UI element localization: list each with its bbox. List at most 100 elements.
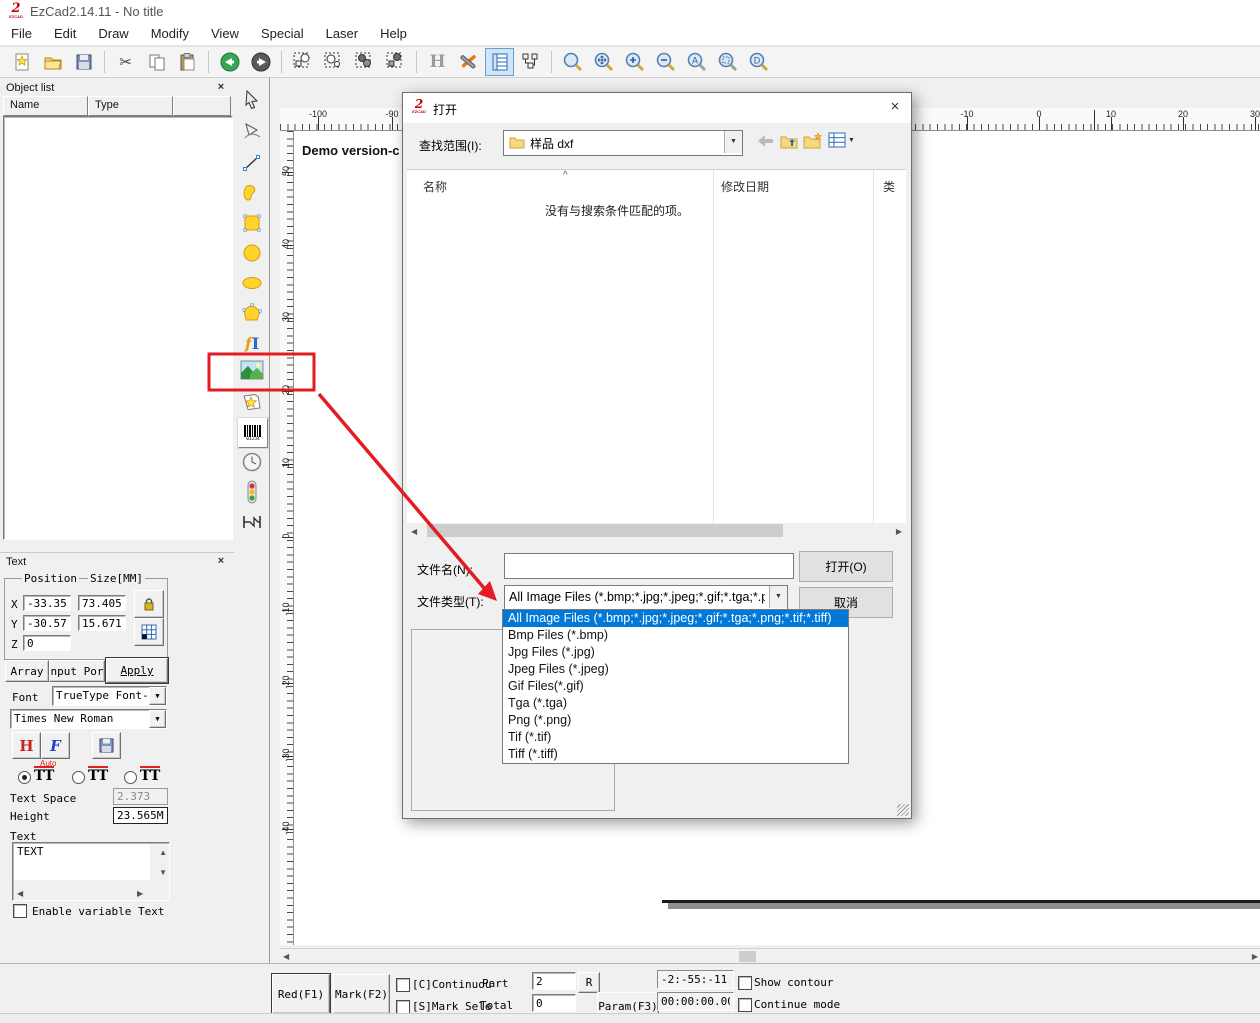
show-contour-checkbox[interactable]	[738, 976, 752, 990]
copy-icon[interactable]	[142, 48, 171, 76]
file-type-option[interactable]: Bmp Files (*.bmp)	[503, 627, 848, 644]
pick-object-icon[interactable]	[288, 48, 317, 76]
z-position-field[interactable]	[23, 635, 71, 651]
scroll-down-icon[interactable]: ▼	[159, 867, 167, 878]
apply-button[interactable]: Apply	[106, 658, 168, 683]
column-header-name[interactable]: Name	[3, 96, 88, 116]
cut-icon[interactable]: ✂	[111, 48, 140, 76]
file-type-option[interactable]: Png (*.png)	[503, 712, 848, 729]
menu-item-file[interactable]: File	[0, 23, 43, 44]
ellipse-tool-icon[interactable]	[238, 269, 266, 297]
node-edit-icon[interactable]	[516, 48, 545, 76]
curve-tool-icon[interactable]	[238, 179, 266, 207]
file-type-option[interactable]: Tga (*.tga)	[503, 695, 848, 712]
scroll-up-icon[interactable]: ▲	[159, 847, 167, 858]
polygon-tool-icon[interactable]	[238, 299, 266, 327]
object-list-close-icon[interactable]: ×	[214, 81, 228, 94]
zoom-page-icon[interactable]: D	[744, 48, 773, 76]
view-menu-icon[interactable]: ▼	[828, 132, 855, 148]
resize-grip[interactable]	[897, 804, 909, 816]
menu-item-special[interactable]: Special	[250, 23, 315, 44]
red-f1-button[interactable]: Red(F1)	[272, 974, 330, 1014]
dialog-close-icon[interactable]: ×	[885, 97, 905, 117]
menu-item-modify[interactable]: Modify	[140, 23, 200, 44]
menu-item-draw[interactable]: Draw	[87, 23, 139, 44]
save-font-param-button[interactable]	[92, 732, 121, 759]
total-count-field[interactable]	[532, 994, 576, 1012]
paste-icon[interactable]	[173, 48, 202, 76]
anchor-grid-button[interactable]	[134, 618, 164, 646]
file-type-dropdown-icon[interactable]: ▼	[769, 586, 787, 608]
array-button[interactable]: Array	[5, 660, 49, 682]
save-icon[interactable]	[69, 48, 98, 76]
canvas-hscrollbar[interactable]: ◀ ▶	[280, 948, 1260, 963]
file-type-option[interactable]: All Image Files (*.bmp;*.jpg;*.jpeg;*.gi…	[503, 610, 848, 627]
look-in-dropdown-icon[interactable]: ▼	[724, 131, 742, 153]
redo-icon[interactable]	[246, 48, 275, 76]
vector-file-tool-icon[interactable]	[238, 388, 266, 416]
hatch-icon[interactable]: H	[423, 48, 452, 76]
reset-part-button[interactable]: R	[578, 972, 600, 993]
enable-variable-text-checkbox[interactable]	[13, 904, 27, 918]
up-folder-icon[interactable]	[780, 132, 798, 149]
zoom-window-icon[interactable]	[558, 48, 587, 76]
list-scroll-thumb[interactable]	[427, 524, 783, 537]
undo-icon[interactable]	[215, 48, 244, 76]
menu-item-help[interactable]: Help	[369, 23, 418, 44]
continuous-checkbox[interactable]	[396, 978, 410, 992]
text-tool-icon[interactable]: fI	[238, 329, 266, 357]
node-edit-tool-icon[interactable]	[238, 118, 266, 146]
file-column-name[interactable]: 名称	[423, 178, 447, 195]
list-scroll-right-icon[interactable]: ▶	[896, 526, 902, 537]
input-port-button[interactable]: nput Por	[49, 660, 105, 682]
text-content-editor[interactable]: TEXT ▲ ▼ ◀ ▶	[12, 842, 170, 901]
file-type-option[interactable]: Jpeg Files (*.jpeg)	[503, 661, 848, 678]
italic-font-button[interactable]: F	[41, 732, 70, 759]
delay-tool-icon[interactable]	[238, 448, 266, 476]
rectangle-tool-icon[interactable]	[238, 209, 266, 237]
look-in-combobox[interactable]: 样品 dxf ▼	[503, 130, 743, 156]
list-hscrollbar[interactable]: ◀ ▶	[407, 523, 906, 539]
input-output-tool-icon[interactable]	[238, 478, 266, 506]
continue-mode-checkbox[interactable]	[738, 998, 752, 1012]
y-position-field[interactable]	[23, 615, 71, 631]
bitmap-image-tool-icon[interactable]	[238, 356, 266, 384]
file-type-option[interactable]: Gif Files(*.gif)	[503, 678, 848, 695]
zoom-out-icon[interactable]	[651, 48, 680, 76]
file-list[interactable]: 名称 ^ 修改日期 类 没有与搜索条件匹配的项。	[407, 169, 906, 524]
select-tool-icon[interactable]	[238, 86, 266, 114]
zoom-object-icon[interactable]	[713, 48, 742, 76]
part-count-field[interactable]	[532, 972, 576, 990]
x-size-field[interactable]	[78, 595, 126, 611]
pick-node-icon[interactable]	[319, 48, 348, 76]
file-name-input[interactable]	[504, 553, 794, 579]
object-list-body[interactable]	[3, 116, 233, 540]
char-space-center-radio[interactable]	[72, 771, 85, 784]
file-type-option[interactable]: Jpg Files (*.jpg)	[503, 644, 848, 661]
menu-item-laser[interactable]: Laser	[315, 23, 370, 44]
char-space-edge-radio[interactable]	[124, 771, 137, 784]
zoom-all-icon[interactable]: A	[682, 48, 711, 76]
column-header-type[interactable]: Type	[88, 96, 173, 116]
font-type-combobox[interactable]: TrueType Font-15 ▼	[52, 686, 167, 706]
new-icon[interactable]	[7, 48, 36, 76]
char-space-auto-radio[interactable]	[18, 771, 31, 784]
hscroll-left-icon[interactable]: ◀	[283, 951, 289, 962]
new-folder-icon[interactable]	[803, 132, 823, 149]
file-type-option[interactable]: Tiff (*.tiff)	[503, 746, 848, 763]
hscroll-thumb[interactable]	[739, 951, 756, 962]
font-name-dropdown-icon[interactable]: ▼	[149, 710, 166, 728]
circle-tool-icon[interactable]	[238, 239, 266, 267]
font-type-dropdown-icon[interactable]: ▼	[149, 687, 166, 705]
pick-dot-icon[interactable]	[350, 48, 379, 76]
text-panel-close-icon[interactable]: ×	[214, 555, 228, 568]
height-field[interactable]	[113, 807, 168, 824]
scroll-left-icon[interactable]: ◀	[17, 888, 23, 899]
hatch-text-button[interactable]: H	[12, 732, 41, 759]
system-tools-icon[interactable]	[454, 48, 483, 76]
back-nav-icon[interactable]	[757, 134, 774, 148]
lock-size-button[interactable]	[134, 590, 164, 618]
list-scroll-left-icon[interactable]: ◀	[411, 526, 417, 537]
object-property-icon[interactable]	[485, 48, 514, 76]
file-type-option[interactable]: Tif (*.tif)	[503, 729, 848, 746]
